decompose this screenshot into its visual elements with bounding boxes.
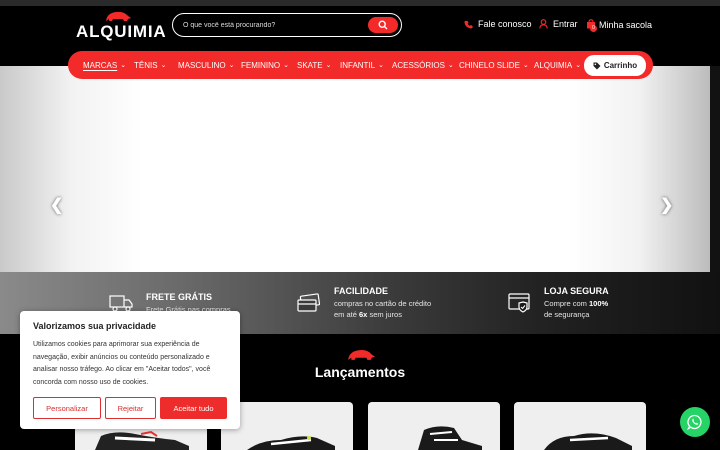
nav-label: INFANTIL bbox=[340, 60, 376, 70]
credit-card-icon bbox=[297, 293, 321, 312]
sneaker-image bbox=[247, 436, 335, 450]
carrinho-button[interactable]: Carrinho bbox=[584, 55, 646, 76]
feature-loja-segura: LOJA SEGURA Compre com 100% de segurança bbox=[508, 272, 609, 334]
nav-label: ALQUIMIA bbox=[534, 60, 573, 70]
tag-icon bbox=[593, 62, 601, 69]
header: ALQUIMIA Fale conosco Entrar bbox=[0, 6, 720, 46]
cookie-consent-dialog: Valorizamos sua privacidade Utilizamos c… bbox=[20, 311, 240, 429]
user-icon bbox=[539, 19, 548, 29]
armadillo-logo-icon bbox=[106, 11, 131, 21]
rejeitar-button[interactable]: Rejeitar bbox=[105, 397, 156, 419]
chevron-down-icon: ⌄ bbox=[575, 62, 582, 69]
feature-loja-text: LOJA SEGURA Compre com 100% de segurança bbox=[544, 286, 609, 320]
sneaker-image bbox=[544, 433, 632, 450]
nav-item-feminino[interactable]: FEMININO ⌄ bbox=[241, 51, 289, 79]
feature-desc-bold: 100% bbox=[589, 299, 609, 308]
logo-text: ALQUIMIA bbox=[76, 22, 167, 41]
section-title: Lançamentos bbox=[314, 364, 406, 380]
nav-item-marcas[interactable]: MARCAS ⌄ bbox=[83, 51, 126, 79]
aceitar-tudo-button[interactable]: Aceitar tudo bbox=[160, 397, 227, 419]
search-icon bbox=[378, 20, 388, 30]
nav-label: TÊNIS bbox=[134, 60, 158, 70]
fale-conosco-link[interactable]: Fale conosco bbox=[464, 19, 532, 29]
feature-desc-post: sem juros bbox=[367, 310, 402, 319]
chevron-down-icon: ⌄ bbox=[447, 62, 454, 69]
minha-sacola-label: Minha sacola bbox=[599, 20, 653, 30]
chevron-down-icon: ⌄ bbox=[325, 62, 332, 69]
nav-item-chinelo-slide[interactable]: CHINELO SLIDE ⌄ bbox=[459, 51, 529, 79]
nav-label: FEMININO bbox=[241, 60, 281, 70]
feature-desc-pre: em até bbox=[334, 310, 360, 319]
nav-item-infantil[interactable]: INFANTIL ⌄ bbox=[340, 51, 384, 79]
carrinho-label: Carrinho bbox=[603, 61, 638, 70]
chevron-down-icon: ⌄ bbox=[120, 62, 127, 69]
whatsapp-icon bbox=[687, 414, 702, 430]
chevron-down-icon: ⌄ bbox=[160, 62, 167, 69]
chevron-down-icon: ⌄ bbox=[378, 62, 384, 69]
feature-title: FRETE GRÁTIS bbox=[146, 291, 213, 302]
product-card[interactable] bbox=[368, 402, 500, 450]
whatsapp-button[interactable] bbox=[680, 407, 710, 437]
nav-label: ACESSÓRIOS bbox=[392, 60, 445, 70]
chevron-down-icon: ⌄ bbox=[228, 62, 235, 69]
feature-facilidade-text: FACILIDADE compras no cartão de crédito … bbox=[334, 286, 431, 320]
personalizar-button[interactable]: Personalizar bbox=[33, 397, 101, 419]
hero-edge bbox=[710, 66, 720, 272]
main-nav: MARCAS ⌄ TÊNIS ⌄ MASCULINO ⌄ FEMININO ⌄ SKAT… bbox=[68, 51, 653, 79]
logo[interactable]: ALQUIMIA bbox=[76, 10, 166, 42]
nav-label: MARCAS bbox=[83, 60, 118, 70]
feature-desc: compras no cartão de crédito bbox=[334, 299, 432, 308]
chevron-down-icon: ⌄ bbox=[522, 62, 529, 69]
cookie-title: Valorizamos sua privacidade bbox=[33, 321, 157, 331]
feature-title: LOJA SEGURA bbox=[544, 286, 609, 296]
carousel-next-icon[interactable]: ❯ bbox=[660, 195, 673, 215]
feature-desc-2: em até 6x sem juros bbox=[334, 309, 431, 320]
fale-conosco-label: Fale conosco bbox=[478, 19, 532, 29]
hero-banner bbox=[0, 66, 710, 272]
nav-label: CHINELO SLIDE bbox=[459, 60, 520, 70]
search-bar bbox=[172, 13, 402, 37]
phone-icon bbox=[464, 20, 473, 29]
nav-label: MASCULINO bbox=[178, 60, 226, 70]
feature-desc-2: de segurança bbox=[544, 310, 590, 319]
product-card[interactable] bbox=[514, 402, 646, 450]
minha-sacola-link[interactable]: 0 Minha sacola bbox=[586, 19, 653, 32]
cart-count-badge: 0 bbox=[590, 25, 597, 32]
nav-item-masculino[interactable]: MASCULINO ⌄ bbox=[178, 51, 234, 79]
feature-desc-pre: Compre com bbox=[544, 299, 590, 308]
cookie-buttons: Personalizar Rejeitar Aceitar tudo bbox=[33, 397, 231, 419]
nav-item-alquimia[interactable]: ALQUIMIA ⌄ bbox=[534, 51, 581, 79]
search-input[interactable] bbox=[183, 18, 363, 33]
armadillo-icon bbox=[348, 350, 375, 360]
carousel-prev-icon[interactable]: ❮ bbox=[50, 195, 63, 215]
entrar-link[interactable]: Entrar bbox=[539, 19, 578, 29]
delivery-truck-icon bbox=[109, 295, 133, 312]
feature-title: FACILIDADE bbox=[334, 286, 388, 296]
chevron-down-icon: ⌄ bbox=[283, 62, 289, 69]
nav-item-tenis[interactable]: TÊNIS ⌄ bbox=[134, 51, 166, 79]
feature-facilidade: FACILIDADE compras no cartão de crédito … bbox=[296, 272, 431, 334]
nav-item-acessorios[interactable]: ACESSÓRIOS ⌄ bbox=[392, 51, 454, 79]
product-card[interactable] bbox=[221, 402, 353, 450]
sneaker-image bbox=[418, 426, 482, 450]
nav-item-skate[interactable]: SKATE ⌄ bbox=[297, 51, 332, 79]
page: ALQUIMIA Fale conosco Entrar bbox=[0, 0, 720, 450]
search-button[interactable] bbox=[368, 17, 398, 33]
entrar-label: Entrar bbox=[553, 19, 578, 29]
nav-label: SKATE bbox=[297, 60, 323, 70]
cookie-text: Utilizamos cookies para aprimorar sua ex… bbox=[33, 341, 211, 386]
bag-wrapper: 0 bbox=[586, 19, 598, 32]
secure-browser-icon bbox=[508, 293, 530, 313]
feature-desc: Compre com 100% bbox=[544, 298, 609, 309]
